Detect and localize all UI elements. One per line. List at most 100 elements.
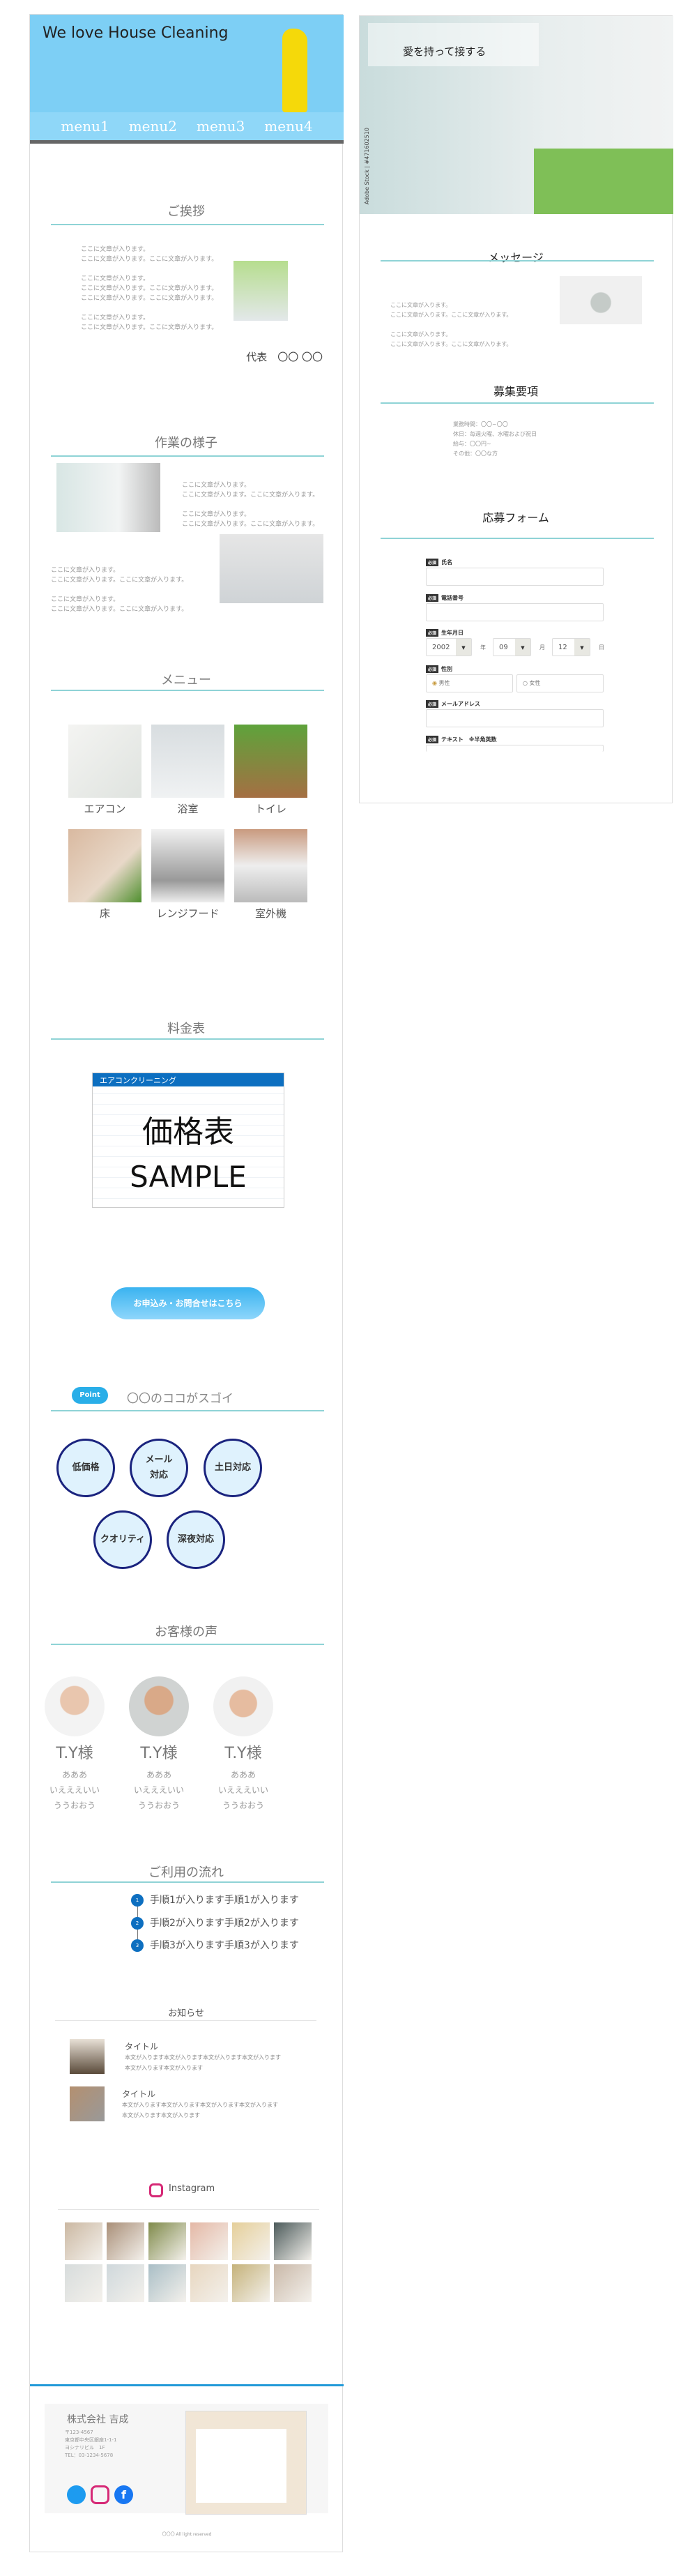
customer-comment: あああ いえええいい ううおおう: [133, 1770, 184, 1810]
news-heading: お知らせ: [168, 2008, 204, 2019]
birth-year-select[interactable]: 2002 ▼: [426, 638, 472, 656]
map-embed[interactable]: [185, 2411, 307, 2515]
instagram-post[interactable]: [274, 2222, 312, 2260]
customer-avatar: [129, 1676, 189, 1736]
message-photo: [560, 276, 642, 324]
instagram-post[interactable]: [148, 2264, 186, 2302]
price-card-title: エアコンクリーニング: [93, 1073, 284, 1086]
menu-label: 床: [99, 907, 110, 920]
radio-label: 男性: [438, 680, 450, 686]
work-text: ここに文章が入ります。 ここに文章が入ります。ここに文章が入ります。 ここに文章…: [182, 482, 319, 528]
step-text: 手順1が入ります手順1が入ります: [150, 1895, 299, 1906]
radio-checked-icon: ◉: [432, 680, 439, 686]
flow-step: 3 手順3が入ります手順3が入ります: [131, 1938, 299, 1952]
twitter-icon[interactable]: [67, 2485, 86, 2504]
point-circle: メール 対応: [130, 1439, 188, 1497]
nav-menu4[interactable]: menu4: [264, 118, 312, 135]
menu-tile-toilet[interactable]: [234, 725, 307, 798]
required-badge: 必須: [426, 594, 439, 602]
message-heading: メッセージ: [488, 251, 544, 264]
customer-name: T.Y様: [56, 1745, 93, 1762]
news-thumbnail[interactable]: [70, 2039, 105, 2074]
field-label: 必須 氏名: [426, 559, 452, 566]
price-overlay-sample: SAMPLE: [130, 1160, 247, 1194]
radio-label: 女性: [529, 680, 541, 686]
chevron-down-icon: ▼: [515, 639, 530, 656]
instagram-post[interactable]: [107, 2222, 144, 2260]
divider: [51, 1881, 324, 1883]
instagram-post[interactable]: [232, 2264, 270, 2302]
divider: [51, 690, 324, 691]
work-heading: 作業の様子: [155, 436, 217, 450]
point-circle: 土日対応: [204, 1439, 262, 1497]
field-label: 必須 テキスト ※半角英数: [426, 736, 497, 743]
menu-label: 室外機: [254, 907, 286, 920]
menu-heading: メニュー: [161, 673, 211, 688]
text-input[interactable]: [426, 745, 604, 752]
instagram-footer-icon[interactable]: [91, 2485, 109, 2504]
field-label: 必須 生年月日: [426, 629, 464, 637]
instagram-post[interactable]: [65, 2222, 102, 2260]
gender-male-radio[interactable]: ◉ 男性: [426, 674, 513, 692]
hero-title: 愛を持って接する: [403, 45, 487, 58]
divider: [51, 1644, 324, 1645]
instagram-icon: [149, 2183, 163, 2197]
email-input[interactable]: [426, 709, 604, 727]
menu-tile-rangehood[interactable]: [151, 829, 224, 902]
field-label: 必須 性別: [426, 665, 452, 673]
point-circle: クオリティ: [93, 1510, 152, 1569]
instagram-post[interactable]: [65, 2264, 102, 2302]
step-text: 手順3が入ります手順3が入ります: [150, 1940, 299, 1951]
instagram-post[interactable]: [148, 2222, 186, 2260]
requirements-text: 業務時間：〇〇~〇〇 休日：毎週火曜、水曜および祝日 給与：〇〇円~ その他：〇…: [453, 421, 537, 457]
instagram-post[interactable]: [274, 2264, 312, 2302]
instagram-post[interactable]: [232, 2222, 270, 2260]
nav-menu3[interactable]: menu3: [197, 118, 245, 135]
news-thumbnail[interactable]: [70, 2086, 105, 2121]
radio-unchecked-icon: ○: [523, 680, 530, 686]
menu-label: エアコン: [84, 803, 126, 815]
contact-button[interactable]: お申込み・お問合せはこちら: [111, 1287, 265, 1319]
instagram-post[interactable]: [107, 2264, 144, 2302]
menu-label: レンジフード: [156, 907, 220, 920]
news-title[interactable]: タイトル: [125, 2040, 158, 2052]
news-title[interactable]: タイトル: [122, 2088, 155, 2100]
required-badge: 必須: [426, 629, 439, 637]
news-body: 本文が入ります本文が入ります本文が入ります本文が入ります 本文が入ります本文が入…: [125, 2054, 281, 2071]
menu-tile-floor[interactable]: [68, 829, 141, 902]
footer-divider: [30, 2384, 344, 2386]
label-text: メールアドレス: [441, 701, 481, 707]
nav-menu2[interactable]: menu2: [129, 118, 177, 135]
team-hero-image: 愛を持って接する Adobe Stock | #471602510: [360, 16, 673, 214]
birth-day-select[interactable]: 12 ▼: [552, 638, 590, 656]
work-text: ここに文章が入ります。 ここに文章が入ります。ここに文章が入ります。 ここに文章…: [51, 567, 188, 613]
month-unit: 月: [539, 644, 545, 651]
point-circle: 低価格: [56, 1439, 115, 1497]
instagram-post[interactable]: [190, 2222, 228, 2260]
facebook-icon[interactable]: f: [114, 2485, 133, 2504]
required-badge: 必須: [426, 736, 439, 743]
divider: [381, 402, 654, 404]
customer-comment: あああ いえええいい ううおおう: [49, 1770, 100, 1810]
nav-menu1[interactable]: menu1: [61, 118, 109, 135]
birth-month-select[interactable]: 09 ▼: [493, 638, 531, 656]
customer-avatar: [45, 1676, 105, 1736]
header: We love House Cleaning menu1 menu2 menu3…: [30, 15, 344, 144]
menu-tile-bath[interactable]: [151, 725, 224, 798]
flow-step: 2 手順2が入ります手順2が入ります: [131, 1916, 299, 1930]
flow-step: 1 手順1が入ります手順1が入ります: [131, 1893, 299, 1907]
select-value: 2002: [432, 644, 450, 651]
price-table-image: エアコンクリーニング 価格表 SAMPLE: [92, 1073, 284, 1208]
divider: [51, 1038, 324, 1040]
year-unit: 年: [480, 644, 486, 651]
menu-tile-outdoor-unit[interactable]: [234, 829, 307, 902]
representative-photo: [233, 261, 288, 321]
copyright: 〇〇〇 All light reserved: [162, 2532, 212, 2537]
select-value: 12: [558, 644, 567, 651]
required-badge: 必須: [426, 665, 439, 673]
instagram-post[interactable]: [190, 2264, 228, 2302]
name-input[interactable]: [426, 568, 604, 586]
menu-tile-aircon[interactable]: [68, 725, 141, 798]
gender-female-radio[interactable]: ○ 女性: [516, 674, 604, 692]
phone-input[interactable]: [426, 603, 604, 621]
